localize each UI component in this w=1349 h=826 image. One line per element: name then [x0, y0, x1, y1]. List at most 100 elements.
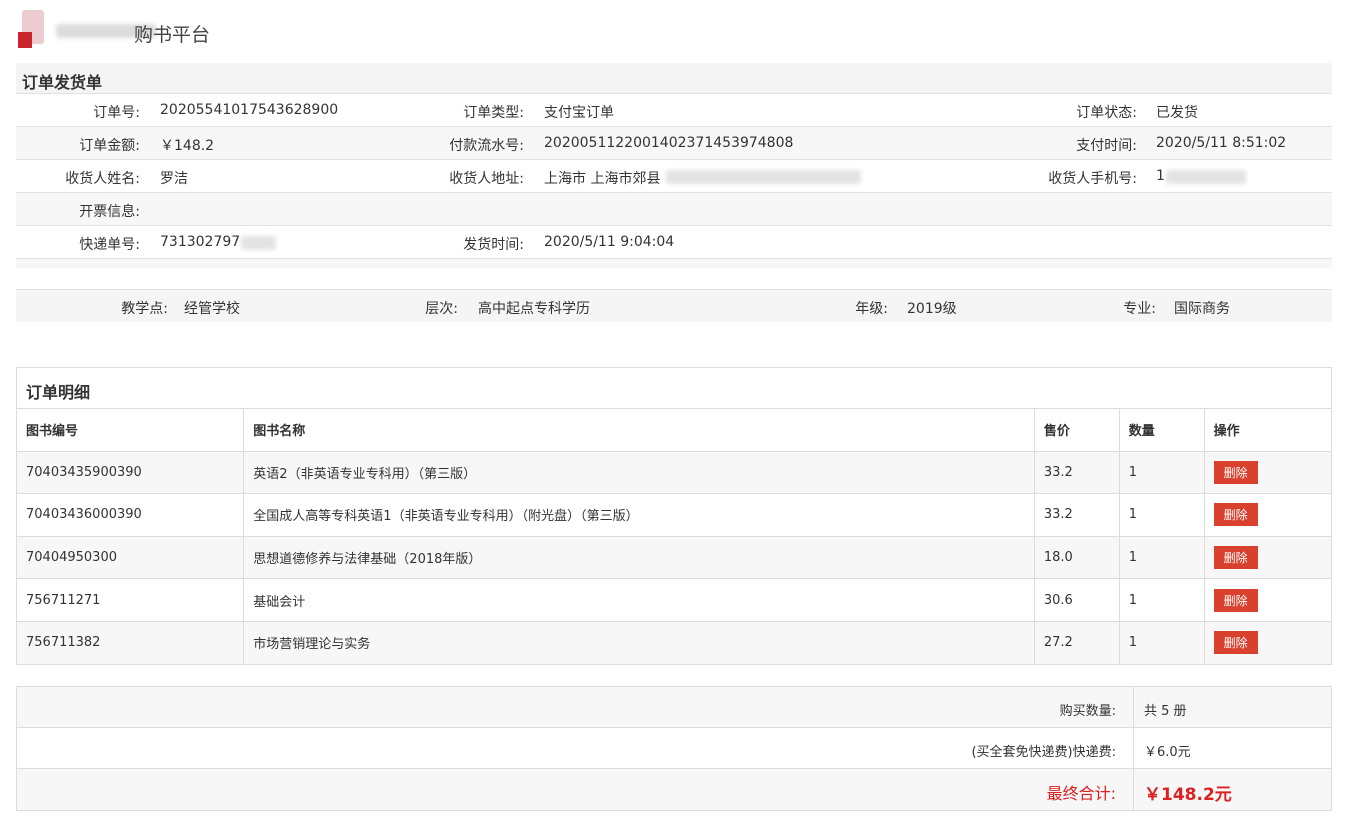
summary-quantity-row: 购买数量: 共 5 册 — [17, 687, 1331, 728]
school-value: 经管学校 — [184, 301, 240, 317]
final-total-label: 最终合计: — [1046, 784, 1116, 803]
delete-button[interactable]: 删除 — [1213, 545, 1258, 569]
recipient-name-label: 收货人姓名: — [65, 171, 140, 187]
final-total-value: ￥148.2元 — [1144, 785, 1232, 805]
book-action-cell: 删除 — [1204, 578, 1331, 622]
phone-redacted — [1166, 170, 1246, 184]
book-quantity: 1 — [1119, 578, 1205, 622]
student-info-bar: 教学点: 经管学校 层次: 高中起点专科学历 年级: 2019级 专业: 国际商… — [16, 289, 1332, 322]
shipping-row-invoice: 开票信息: — [16, 193, 1332, 226]
summary-shipping-row: (买全套免快递费)快递费: ￥6.0元 — [17, 728, 1331, 769]
book-price: 33.2 — [1034, 493, 1120, 537]
order-detail-title: 订单明细 — [17, 368, 1331, 409]
book-id: 756711271 — [17, 578, 245, 622]
book-quantity: 1 — [1119, 621, 1205, 664]
grade-value: 2019级 — [907, 301, 957, 317]
shipping-title: 订单发货单 — [16, 63, 1332, 94]
address-redacted — [666, 170, 861, 184]
ship-time-label: 发货时间: — [463, 237, 524, 253]
grade-label: 年级: — [855, 301, 888, 317]
shipping-fee-value: ￥6.0元 — [1144, 745, 1191, 760]
delete-button[interactable]: 删除 — [1213, 460, 1258, 484]
invoice-info-label: 开票信息: — [79, 204, 140, 220]
delete-button[interactable]: 删除 — [1213, 588, 1258, 612]
table-header-row: 图书编号 图书名称 售价 数量 操作 — [17, 409, 1331, 452]
express-number-redacted — [241, 236, 276, 250]
book-quantity: 1 — [1119, 451, 1205, 495]
order-amount-value: ￥148.2 — [160, 138, 215, 154]
level-value: 高中起点专科学历 — [478, 301, 590, 317]
recipient-address-label: 收货人地址: — [449, 171, 524, 187]
order-summary: 购买数量: 共 5 册 (买全套免快递费)快递费: ￥6.0元 最终合计: ￥1… — [16, 686, 1332, 811]
table-row: 70403435900390 英语2（非英语专业专科用）（第三版） 33.2 1… — [17, 451, 1331, 495]
book-price: 30.6 — [1034, 578, 1120, 622]
book-price: 27.2 — [1034, 621, 1120, 664]
book-price: 18.0 — [1034, 536, 1120, 580]
payment-serial-label: 付款流水号: — [449, 138, 524, 154]
order-type-value: 支付宝订单 — [544, 105, 614, 121]
level-label: 层次: — [425, 301, 458, 317]
book-name: 英语2（非英语专业专科用）（第三版） — [243, 451, 1035, 495]
shipping-row-express: 快递单号: 731302797 发货时间: 2020/5/11 9:04:04 — [16, 226, 1332, 259]
book-price: 33.2 — [1034, 451, 1120, 495]
shipping-row-order: 订单号: 20205541017543628900 订单类型: 支付宝订单 订单… — [16, 94, 1332, 127]
order-detail-panel: 订单明细 图书编号 图书名称 售价 数量 操作 70403435900390 英… — [16, 367, 1332, 665]
book-name: 市场营销理论与实务 — [243, 621, 1035, 664]
table-row: 70403436000390 全国成人高等专科英语1（非英语专业专科用）（附光盘… — [17, 493, 1331, 537]
order-number-label: 订单号: — [93, 105, 140, 121]
page-header: 购书平台 — [16, 10, 616, 50]
col-header-action: 操作 — [1204, 409, 1331, 452]
book-quantity: 1 — [1119, 536, 1205, 580]
book-id: 70403436000390 — [17, 493, 245, 537]
col-header-price: 售价 — [1034, 409, 1120, 452]
school-label: 教学点: — [121, 301, 168, 317]
table-row: 756711271 基础会计 30.6 1 删除 — [17, 578, 1331, 622]
delete-button[interactable]: 删除 — [1213, 503, 1258, 527]
summary-total-row: 最终合计: ￥148.2元 — [17, 769, 1331, 810]
recipient-phone-label: 收货人手机号: — [1048, 171, 1137, 187]
shipping-row-payment: 订单金额: ￥148.2 付款流水号: 20200511220014023714… — [16, 127, 1332, 160]
book-id: 70403435900390 — [17, 451, 245, 495]
brand-title: 购书平台 — [134, 24, 211, 46]
col-header-book-name: 图书名称 — [243, 409, 1035, 452]
payment-time-value: 2020/5/11 8:51:02 — [1156, 135, 1287, 151]
delete-button[interactable]: 删除 — [1213, 631, 1258, 655]
table-row: 70404950300 思想道德修养与法律基础（2018年版） 18.0 1 删… — [17, 536, 1331, 580]
order-type-label: 订单类型: — [463, 105, 524, 121]
book-action-cell: 删除 — [1204, 621, 1331, 664]
recipient-name-value: 罗洁 — [160, 171, 188, 187]
brand-logo-icon — [16, 10, 46, 48]
major-value: 国际商务 — [1174, 301, 1230, 317]
major-label: 专业: — [1123, 301, 1156, 317]
table-row: 756711382 市场营销理论与实务 27.2 1 删除 — [17, 621, 1331, 664]
book-action-cell: 删除 — [1204, 451, 1331, 495]
shipping-row-recipient: 收货人姓名: 罗洁 收货人地址: 上海市 上海市郊县 收货人手机号: 1 — [16, 160, 1332, 193]
book-name: 基础会计 — [243, 578, 1035, 622]
payment-time-label: 支付时间: — [1076, 138, 1137, 154]
express-number-label: 快递单号: — [79, 237, 140, 253]
recipient-address-value: 上海市 上海市郊县 — [544, 171, 661, 187]
books-table: 图书编号 图书名称 售价 数量 操作 70403435900390 英语2（非英… — [17, 409, 1331, 664]
book-name: 思想道德修养与法律基础（2018年版） — [243, 536, 1035, 580]
purchase-quantity-label: 购买数量: — [1059, 704, 1116, 719]
book-action-cell: 删除 — [1204, 493, 1331, 537]
purchase-quantity-value: 共 5 册 — [1144, 704, 1187, 719]
order-status-value: 已发货 — [1156, 105, 1198, 121]
order-number-value: 20205541017543628900 — [160, 102, 339, 118]
express-number-value: 731302797 — [160, 234, 241, 250]
shipping-fee-label: (买全套免快递费)快递费: — [971, 745, 1116, 760]
shipping-section: 订单发货单 订单号: 20205541017543628900 订单类型: 支付… — [16, 63, 1332, 268]
recipient-phone-value: 1 — [1156, 168, 1165, 184]
shipping-row-spacer — [16, 259, 1332, 268]
order-amount-label: 订单金额: — [79, 138, 140, 154]
book-name: 全国成人高等专科英语1（非英语专业专科用）（附光盘）（第三版） — [243, 493, 1035, 537]
col-header-book-id: 图书编号 — [17, 409, 245, 452]
book-id: 70404950300 — [17, 536, 245, 580]
book-id: 756711382 — [17, 621, 245, 664]
book-quantity: 1 — [1119, 493, 1205, 537]
payment-serial-value: 2020051122001402371453974808 — [544, 135, 794, 151]
ship-time-value: 2020/5/11 9:04:04 — [544, 234, 675, 250]
col-header-quantity: 数量 — [1119, 409, 1205, 452]
order-status-label: 订单状态: — [1076, 105, 1137, 121]
book-action-cell: 删除 — [1204, 536, 1331, 580]
